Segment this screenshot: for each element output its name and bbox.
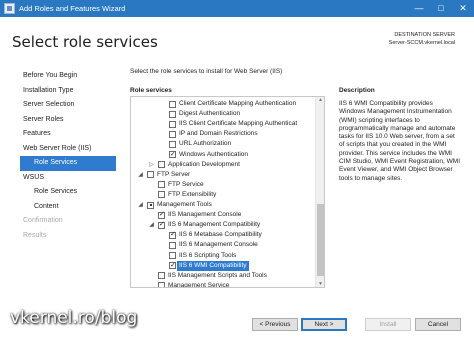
tree-checkbox[interactable]	[158, 191, 165, 199]
tree-item-label: Management Service	[168, 281, 230, 288]
tree-checkbox[interactable]	[169, 241, 176, 249]
nav-item-before-you-begin[interactable]: Before You Begin	[20, 69, 116, 84]
tree-checkbox[interactable]	[169, 110, 176, 118]
role-services-heading: Role services	[130, 87, 172, 94]
tree-checkbox[interactable]	[158, 181, 165, 189]
tree-checkbox[interactable]	[169, 261, 176, 271]
destination-server-label: DESTINATION SERVER	[394, 32, 455, 38]
tree-checkbox[interactable]	[147, 201, 154, 209]
wizard-nav: Before You Begin Installation Type Serve…	[20, 69, 116, 243]
nav-item-wsus-role-services[interactable]: Role Services	[20, 185, 116, 200]
page-title: Select role services	[12, 33, 158, 51]
tree-checkbox[interactable]	[158, 272, 165, 280]
tree-item-label: Management Tools	[157, 201, 212, 208]
nav-item-installation-type[interactable]: Installation Type	[20, 84, 116, 99]
nav-item-iis-role-services[interactable]: Role Services	[20, 156, 116, 171]
tree-checkbox[interactable]	[169, 130, 176, 138]
tree-item-label: IIS 6 Management Console	[179, 241, 258, 249]
destination-server-value: Server-SCCM.vkernel.local	[388, 40, 455, 46]
nav-item-content[interactable]: Content	[20, 200, 116, 215]
tree-item-label: IIS 6 WMI Compatibility	[176, 259, 250, 272]
instruction-text: Select the role services to install for …	[130, 68, 283, 75]
tree-checkbox[interactable]	[147, 171, 154, 179]
tree-checkbox[interactable]	[158, 210, 165, 220]
minimize-button[interactable]: —	[408, 0, 430, 17]
tree-item-label: Windows Authentication	[179, 150, 249, 158]
cancel-button[interactable]: Cancel	[415, 318, 461, 331]
scroll-up-icon[interactable]: ▲	[316, 97, 325, 103]
collapse-arrow-icon[interactable]: ◢	[137, 200, 144, 210]
server-manager-icon	[4, 3, 15, 14]
tree-item-label: FTP Server	[157, 170, 191, 178]
nav-item-wsus[interactable]: WSUS	[20, 171, 116, 186]
description-text: IIS 6 WMI Compatibility provides Windows…	[339, 100, 461, 182]
nav-item-features[interactable]: Features	[20, 127, 116, 142]
collapse-arrow-icon[interactable]: ◢	[137, 170, 144, 180]
window-title: Add Roles and Features Wizard	[19, 4, 126, 13]
nav-item-confirmation: Confirmation	[23, 217, 63, 224]
description-heading: Description	[339, 87, 375, 94]
next-button[interactable]: Next >	[301, 318, 347, 331]
tree-item-label: FTP Service	[168, 180, 204, 188]
nav-item-web-server-role[interactable]: Web Server Role (IIS)	[20, 142, 116, 157]
tree-checkbox[interactable]	[158, 161, 165, 169]
tree-checkbox[interactable]	[169, 150, 176, 160]
tree-checkbox[interactable]	[158, 282, 165, 287]
tree-checkbox[interactable]	[169, 100, 176, 108]
tree-checkbox[interactable]	[169, 252, 176, 259]
watermark: vkernel.ro/blog	[10, 308, 138, 328]
collapse-arrow-icon[interactable]: ◢	[148, 220, 155, 230]
tree-checkbox[interactable]	[158, 220, 165, 230]
tree-checkbox[interactable]	[169, 230, 176, 240]
nav-item-server-roles[interactable]: Server Roles	[20, 113, 116, 128]
tree-item-label: IIS 6 Metabase Compatibility	[179, 231, 262, 239]
previous-button[interactable]: < Previous	[252, 318, 298, 331]
expand-arrow-icon[interactable]: ▷	[148, 160, 155, 170]
tree-item-label: URL Authorization	[179, 140, 232, 148]
tree-checkbox[interactable]	[169, 120, 176, 128]
nav-item-server-selection[interactable]: Server Selection	[20, 98, 116, 113]
tree-item-label: FTP Extensibility	[168, 190, 217, 198]
tree-item-label: IIS Management Scripts and Tools	[168, 271, 267, 279]
install-button: Install	[365, 318, 411, 331]
scroll-down-icon[interactable]: ▼	[316, 281, 325, 287]
tree-item-label: IIS Client Certificate Mapping Authentic…	[179, 120, 298, 128]
tree-item-label: IIS 6 Management Compatibility	[168, 221, 261, 229]
nav-item-results: Results	[23, 231, 47, 239]
tree-scrollbar[interactable]: ▲ ▼	[315, 97, 324, 287]
maximize-button[interactable]: □	[430, 0, 452, 17]
tree-item-label: IIS Management Console	[168, 211, 242, 219]
tree-item-label: Client Certificate Mapping Authenticatio…	[179, 100, 297, 107]
title-bar: Add Roles and Features Wizard — □ ✕	[0, 0, 474, 17]
tree-item-label: IP and Domain Restrictions	[179, 130, 258, 138]
close-button[interactable]: ✕	[452, 0, 474, 17]
tree-item-label: Application Development	[168, 160, 240, 168]
role-services-tree[interactable]: Client Certificate Mapping Authenticatio…	[130, 96, 325, 288]
tree-checkbox[interactable]	[169, 140, 176, 148]
tree-item-label: IIS 6 Scripting Tools	[179, 251, 237, 259]
scrollbar-thumb[interactable]	[317, 204, 324, 276]
tree-item-label: Digest Authentication	[179, 110, 241, 118]
